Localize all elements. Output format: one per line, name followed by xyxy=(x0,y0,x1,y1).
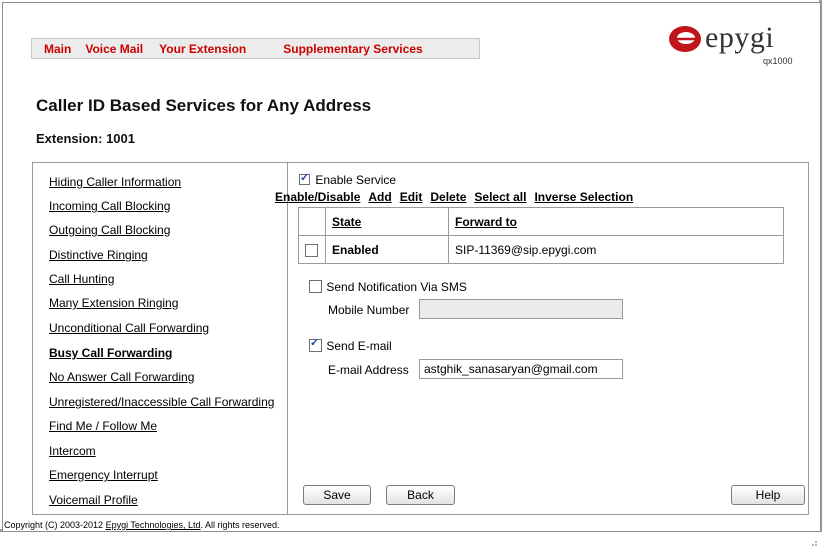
nav-supplementary-services[interactable]: Supplementary Services xyxy=(283,42,422,56)
email-address-label: E-mail Address xyxy=(328,363,409,377)
sidebar-item-busy-call-forwarding[interactable]: Busy Call Forwarding xyxy=(49,346,172,360)
email-address-input[interactable]: astghik_sanasaryan@gmail.com xyxy=(419,359,623,379)
epygi-logo: epygi qx1000 xyxy=(668,21,793,68)
mobile-number-input[interactable] xyxy=(419,299,623,319)
copyright-footer: Copyright (C) 2003-2012 Epygi Technologi… xyxy=(4,520,280,530)
sidebar-item-call-hunting[interactable]: Call Hunting xyxy=(49,272,114,286)
sidebar-item-emergency-interrupt[interactable]: Emergency Interrupt xyxy=(49,468,158,482)
delete-link[interactable]: Delete xyxy=(430,190,466,204)
copyright-prefix: Copyright (C) 2003-2012 xyxy=(4,520,106,530)
row-forward-to: SIP-11369@sip.epygi.com xyxy=(448,235,784,264)
company-link[interactable]: Epygi Technologies, Ltd xyxy=(106,520,201,530)
sidebar-item-find-me-follow-me[interactable]: Find Me / Follow Me xyxy=(49,419,157,433)
enable-disable-link[interactable]: Enable/Disable xyxy=(275,190,360,204)
enable-service-label: Enable Service xyxy=(315,172,397,187)
enable-service-row: Enable Service xyxy=(299,171,397,187)
add-link[interactable]: Add xyxy=(368,190,391,204)
page-title: Caller ID Based Services for Any Address xyxy=(36,96,372,115)
extension-label: Extension: 1001 xyxy=(36,131,135,146)
help-button[interactable]: Help xyxy=(731,485,805,505)
row-select-cell xyxy=(298,235,326,264)
sidebar-item-many-extension-ringing[interactable]: Many Extension Ringing xyxy=(49,296,178,310)
sms-row: Send Notification Via SMS xyxy=(309,279,467,294)
select-all-link[interactable]: Select all xyxy=(474,190,526,204)
sidebar-item-unregistered-call-forwarding[interactable]: Unregistered/Inaccessible Call Forwardin… xyxy=(49,395,274,409)
logo-model: qx1000 xyxy=(763,56,793,66)
table-header-forward-to[interactable]: Forward to xyxy=(448,207,784,236)
sidebar-item-no-answer-call-forwarding[interactable]: No Answer Call Forwarding xyxy=(49,370,194,384)
row-select-checkbox[interactable] xyxy=(305,243,318,257)
row-state: Enabled xyxy=(325,235,449,264)
sidebar-item-intercom[interactable]: Intercom xyxy=(49,444,96,458)
sidebar-item-hiding-caller-information[interactable]: Hiding Caller Information xyxy=(49,175,181,189)
inverse-selection-link[interactable]: Inverse Selection xyxy=(534,190,633,204)
sidebar-item-distinctive-ringing[interactable]: Distinctive Ringing xyxy=(49,248,148,262)
edit-link[interactable]: Edit xyxy=(400,190,423,204)
sidebar-item-outgoing-call-blocking[interactable]: Outgoing Call Blocking xyxy=(49,223,170,237)
table-header-state[interactable]: State xyxy=(325,207,449,236)
sidebar-item-voicemail-profile[interactable]: Voicemail Profile xyxy=(49,493,138,507)
back-button[interactable]: Back xyxy=(386,485,455,505)
sidebar-item-unconditional-call-forwarding[interactable]: Unconditional Call Forwarding xyxy=(49,321,209,335)
enable-service-checkbox[interactable] xyxy=(299,171,310,186)
logo-mark-icon xyxy=(669,26,701,52)
rules-table: State Forward to Enabled SIP-11369@sip.e… xyxy=(298,207,784,264)
content-panel: Hiding Caller Information Incoming Call … xyxy=(32,162,809,515)
email-row: Send E-mail xyxy=(309,336,392,353)
table-row[interactable]: Enabled SIP-11369@sip.epygi.com xyxy=(298,235,784,264)
nav-your-extension[interactable]: Your Extension xyxy=(159,42,246,56)
resize-grip-icon[interactable] xyxy=(808,537,818,547)
top-nav: Main Voice Mail Your Extension Supplemen… xyxy=(31,38,480,59)
save-button[interactable]: Save xyxy=(303,485,371,505)
nav-main[interactable]: Main xyxy=(44,42,71,56)
sidebar-item-incoming-call-blocking[interactable]: Incoming Call Blocking xyxy=(49,199,170,213)
send-email-label: Send E-mail xyxy=(326,338,392,353)
logo-word: epygi xyxy=(705,21,775,54)
send-sms-label: Send Notification Via SMS xyxy=(326,279,467,294)
table-header-select xyxy=(298,207,326,236)
rules-toolbar: Enable/Disable Add Edit Delete Select all Inv… xyxy=(275,190,641,204)
table-header-row: State Forward to xyxy=(298,207,784,236)
send-email-checkbox[interactable] xyxy=(309,336,322,353)
send-sms-checkbox[interactable] xyxy=(309,280,322,294)
nav-voice-mail[interactable]: Voice Mail xyxy=(85,42,143,56)
sidebar: Hiding Caller Information Incoming Call … xyxy=(33,163,288,514)
mobile-number-label: Mobile Number xyxy=(328,303,410,317)
copyright-suffix: . All rights reserved. xyxy=(200,520,280,530)
